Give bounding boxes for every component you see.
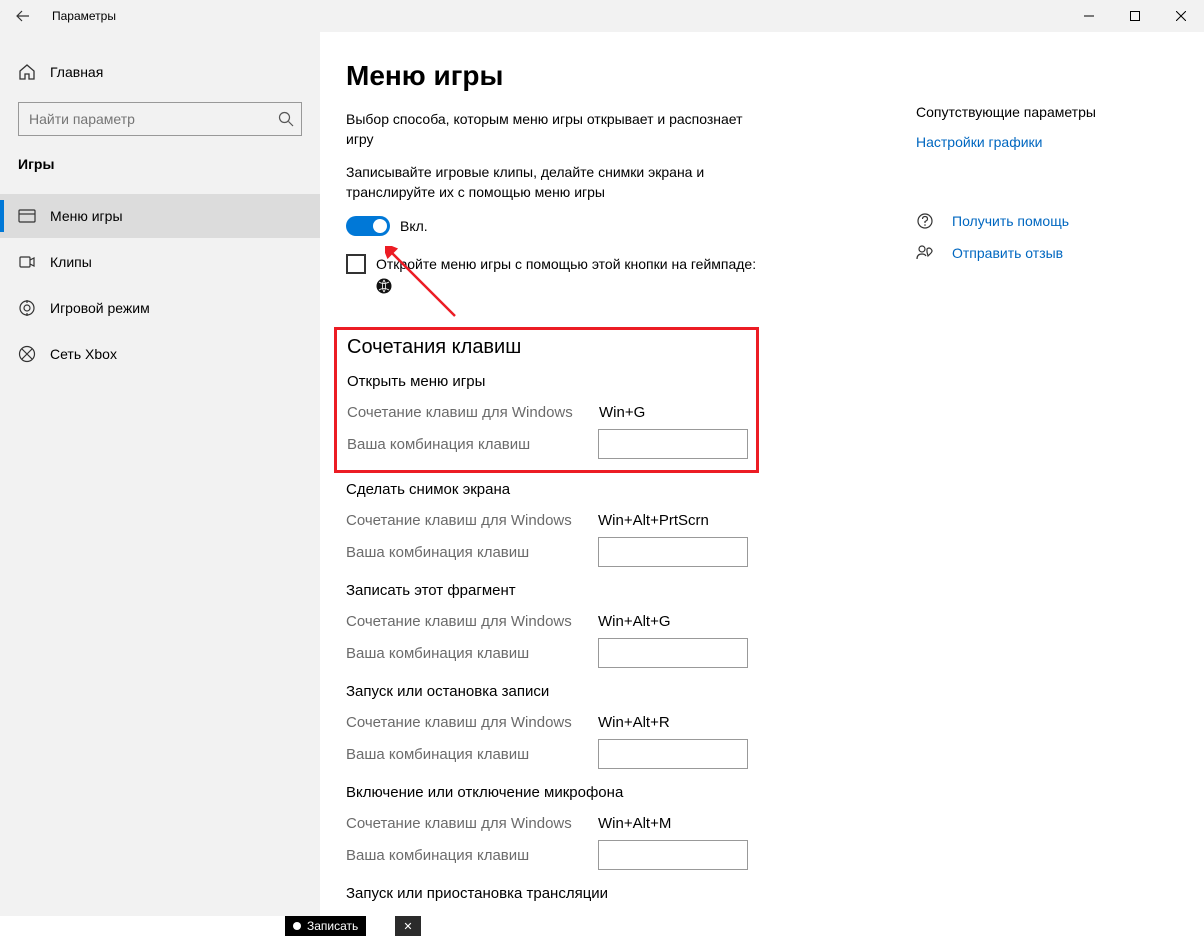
sidebar-group-header: Игры: [0, 150, 320, 194]
shortcut-custom-label: Ваша комбинация клавиш: [346, 544, 598, 561]
search-input[interactable]: [18, 102, 302, 136]
close-button[interactable]: [1158, 0, 1204, 32]
sidebar-item-gamebar[interactable]: Меню игры: [0, 194, 320, 238]
shortcuts-section-title: Сочетания клавиш: [347, 336, 748, 359]
xbox-logo-icon: [376, 281, 392, 297]
shortcut-custom-input[interactable]: [598, 840, 748, 870]
sidebar-item-label: Клипы: [50, 254, 92, 270]
feedback-link[interactable]: Отправить отзыв: [952, 245, 1063, 261]
help-icon: [916, 212, 934, 230]
shortcut-custom-input[interactable]: [598, 537, 748, 567]
shortcut-custom-label: Ваша комбинация клавиш: [346, 847, 598, 864]
gamebar-icon: [18, 207, 36, 225]
titlebar: Параметры: [0, 0, 1204, 32]
sidebar-home[interactable]: Главная: [0, 52, 320, 92]
shortcut-title: Запуск или остановка записи: [346, 683, 906, 700]
page-description-2: Записывайте игровые клипы, делайте снимк…: [346, 163, 766, 202]
clips-icon: [18, 253, 36, 271]
sidebar-item-label: Игровой режим: [50, 300, 150, 316]
shortcut-combo: Win+Alt+R: [598, 714, 670, 731]
shortcut-windows-label: Сочетание клавиш для Windows: [346, 613, 598, 630]
gamepad-checkbox-label: Откройте меню игры с помощью этой кнопки…: [376, 256, 756, 272]
shortcut-custom-input[interactable]: [598, 638, 748, 668]
maximize-button[interactable]: [1112, 0, 1158, 32]
help-link[interactable]: Получить помощь: [952, 213, 1069, 229]
window-title: Параметры: [46, 9, 116, 23]
gamepad-checkbox[interactable]: [346, 254, 366, 274]
shortcut-custom-label: Ваша комбинация клавиш: [347, 436, 598, 453]
home-icon: [18, 63, 36, 81]
sidebar-item-label: Сеть Xbox: [50, 346, 117, 362]
sidebar: Главная Игры Меню игры: [0, 32, 320, 936]
feedback-icon: [916, 244, 934, 262]
shortcut-title: Включение или отключение микрофона: [346, 784, 906, 801]
shortcut-windows-label: Сочетание клавиш для Windows: [346, 815, 598, 832]
shortcut-combo: Win+Alt+M: [598, 815, 671, 832]
highlight-annotation: Сочетания клавиш Открыть меню игры Сочет…: [334, 327, 759, 473]
back-button[interactable]: [0, 0, 46, 32]
sidebar-item-gamemode[interactable]: Игровой режим: [0, 286, 320, 330]
minimize-button[interactable]: [1066, 0, 1112, 32]
shortcut-combo: Win+Alt+G: [598, 613, 671, 630]
toggle-state-label: Вкл.: [400, 218, 428, 234]
shortcut-title: Запуск или приостановка трансляции: [346, 885, 906, 902]
content: Меню игры Выбор способа, которым меню иг…: [320, 32, 1204, 936]
taskbar-close-fragment[interactable]: ✕: [395, 916, 421, 936]
page-title: Меню игры: [346, 60, 906, 92]
shortcut-combo: Win+Alt+PrtScrn: [598, 512, 709, 529]
shortcut-windows-label: Сочетание клавиш для Windows: [346, 714, 598, 731]
sidebar-item-xbox[interactable]: Сеть Xbox: [0, 332, 320, 376]
shortcut-custom-input[interactable]: [598, 739, 748, 769]
search-icon: [278, 111, 294, 127]
related-heading: Сопутствующие параметры: [916, 104, 1166, 120]
taskbar-record-label: Записать: [307, 919, 358, 933]
sidebar-home-label: Главная: [50, 64, 103, 80]
shortcut-title: Открыть меню игры: [347, 373, 748, 390]
page-description-1: Выбор способа, которым меню игры открыва…: [346, 110, 766, 149]
graphics-settings-link[interactable]: Настройки графики: [916, 134, 1166, 150]
shortcut-title: Сделать снимок экрана: [346, 481, 906, 498]
record-icon: [293, 922, 301, 930]
shortcut-combo: Win+G: [599, 404, 645, 421]
sidebar-item-label: Меню игры: [50, 208, 123, 224]
shortcut-custom-label: Ваша комбинация клавиш: [346, 645, 598, 662]
shortcut-custom-input[interactable]: [598, 429, 748, 459]
sidebar-item-clips[interactable]: Клипы: [0, 240, 320, 284]
shortcut-windows-label: Сочетание клавиш для Windows: [346, 512, 598, 529]
gamebar-toggle[interactable]: [346, 216, 390, 236]
xbox-icon: [18, 345, 36, 363]
taskbar-record-fragment[interactable]: Записать: [285, 916, 366, 936]
shortcut-title: Записать этот фрагмент: [346, 582, 906, 599]
shortcut-custom-label: Ваша комбинация клавиш: [346, 746, 598, 763]
shortcut-windows-label: Сочетание клавиш для Windows: [347, 404, 599, 421]
gamemode-icon: [18, 299, 36, 317]
